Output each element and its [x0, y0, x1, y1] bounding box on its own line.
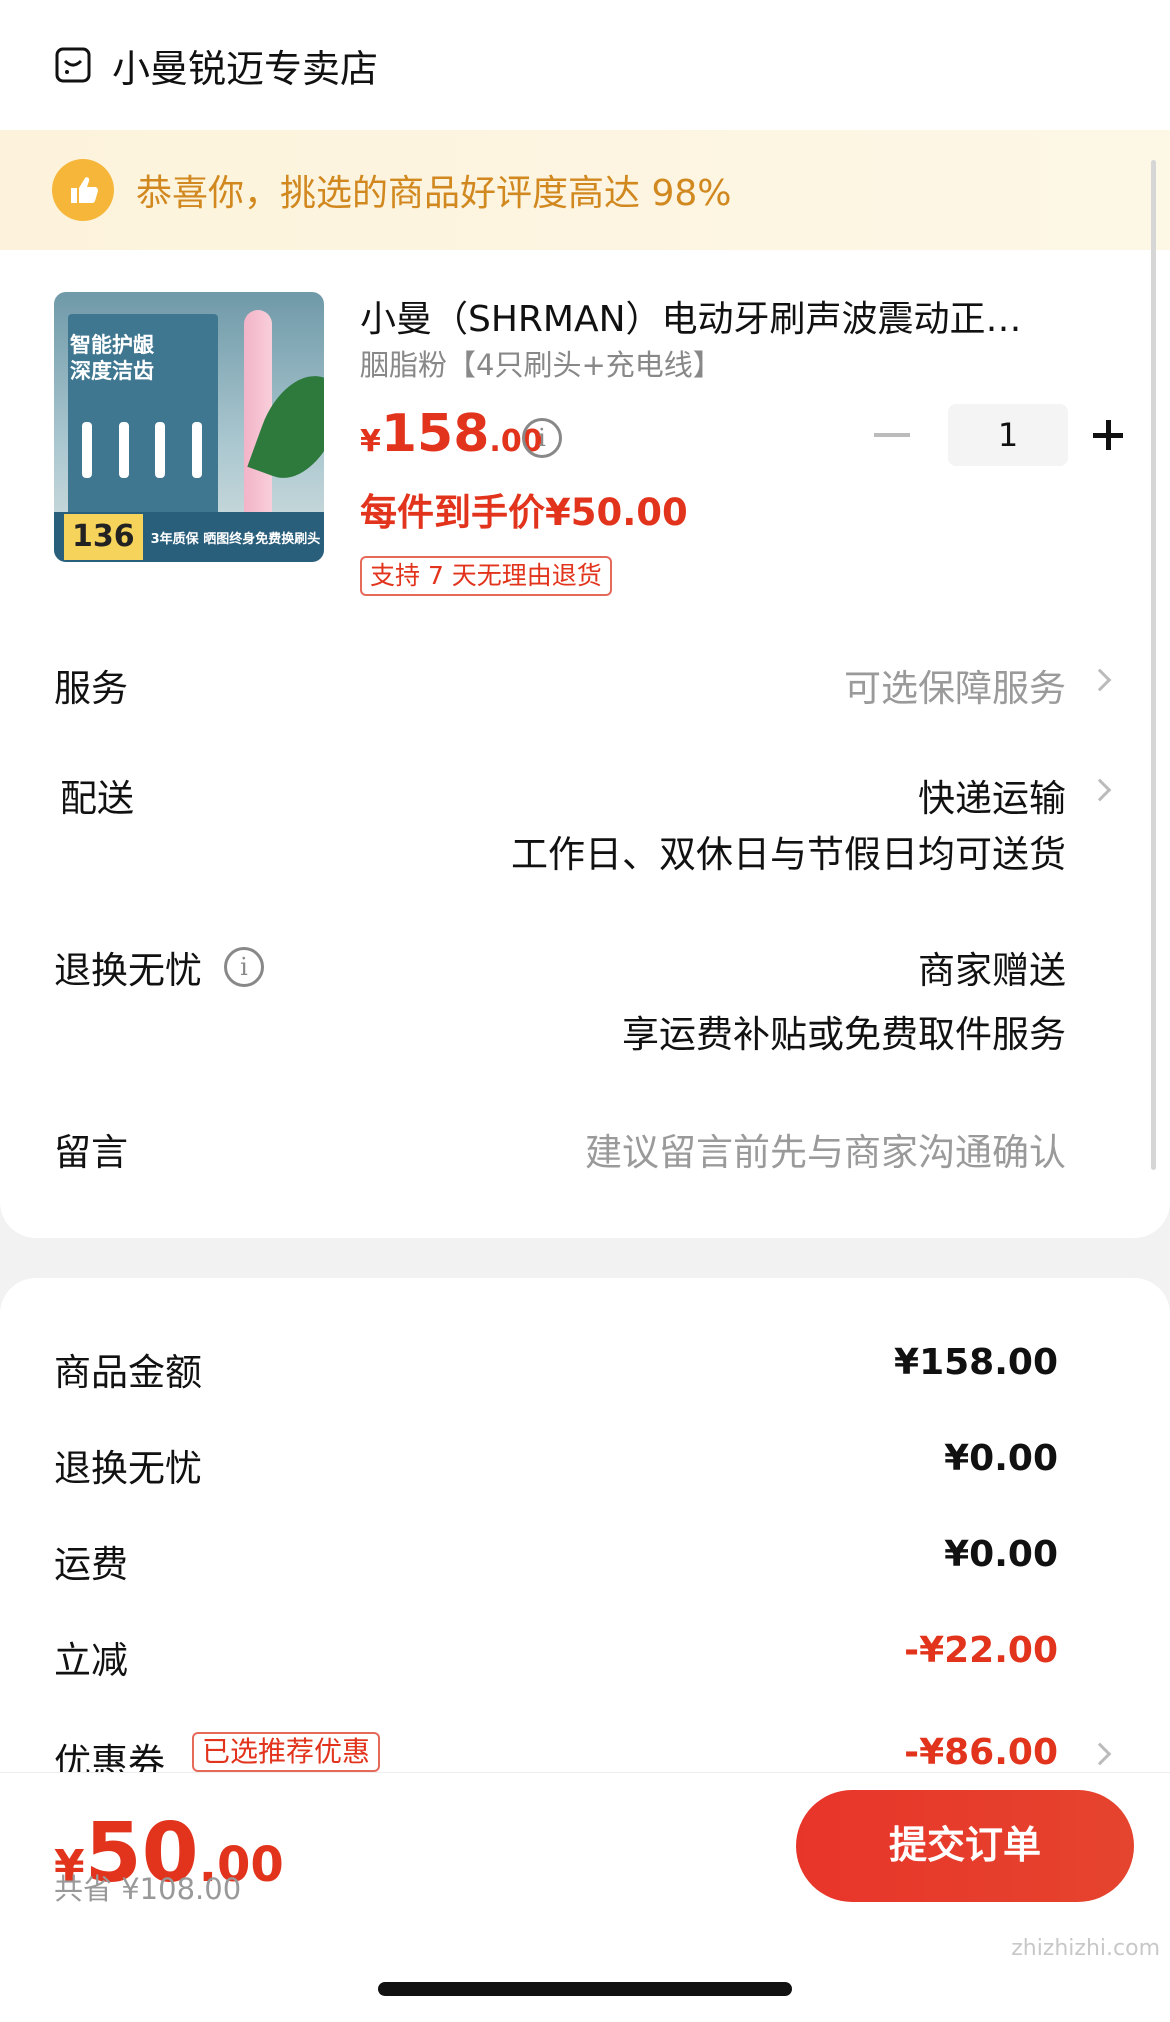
submit-order-button[interactable]: 提交订单: [796, 1790, 1134, 1902]
delivery-label: 配送: [60, 777, 134, 820]
chevron-right-icon[interactable]: [1088, 778, 1112, 802]
thumbs-up-icon: [52, 159, 114, 221]
product-variant[interactable]: 胭脂粉【4只刷头+充电线】: [360, 342, 722, 384]
return-policy-tag: 支持 7 天无理由退货: [360, 556, 612, 596]
scrollbar[interactable]: [1151, 160, 1156, 1170]
summary-value: ¥0.00: [944, 1534, 1058, 1575]
product-title[interactable]: 小曼（SHRMAN）电动牙刷声波震动正…: [360, 290, 1090, 342]
returns-row-label: 退换无忧 i: [54, 940, 264, 994]
order-card: 小曼锐迈专卖店 恭喜你，挑选的商品好评度高达 98% 智能护龈 深度洁齿 136…: [0, 0, 1170, 1238]
price-integer: 158: [380, 404, 490, 464]
coupon-badge[interactable]: 已选推荐优惠: [192, 1732, 381, 1772]
chevron-right-icon[interactable]: [1088, 668, 1112, 692]
discount-value: -¥22.00: [904, 1630, 1058, 1671]
product-image[interactable]: 智能护龈 深度洁齿 136 3年质保 晒图终身免费换刷头: [54, 292, 324, 562]
summary-value: ¥0.00: [944, 1438, 1058, 1479]
shop-icon: [55, 47, 91, 83]
shop-header[interactable]: 小曼锐迈专卖店: [54, 40, 379, 91]
home-indicator[interactable]: [378, 1982, 792, 1996]
brush-heads: [82, 422, 202, 482]
summary-label: 商品金额: [54, 1351, 202, 1394]
image-promo-text: 3年质保 晒图终身免费换刷头: [150, 531, 321, 547]
coupon-value[interactable]: -¥86.00: [904, 1732, 1058, 1773]
returns-label: 退换无忧: [54, 949, 202, 992]
quantity-input[interactable]: 1: [948, 404, 1068, 466]
quantity-stepper: 1: [874, 404, 1138, 466]
order-confirm-page: 小曼锐迈专卖店 恭喜你，挑选的商品好评度高达 98% 智能护龈 深度洁齿 136…: [0, 0, 1170, 2022]
returns-note: 享运费补贴或免费取件服务: [622, 1013, 1066, 1056]
price-info-icon[interactable]: i: [522, 418, 562, 458]
decrease-button[interactable]: [874, 433, 910, 437]
service-value[interactable]: 可选保障服务: [844, 658, 1066, 712]
saved-amount: 共省 ¥108.00: [54, 1872, 242, 1906]
summary-label: 退换无忧: [54, 1447, 202, 1490]
rating-banner: 恭喜你，挑选的商品好评度高达 98%: [0, 130, 1170, 250]
product-price: ¥ 158 .00: [360, 404, 543, 464]
returns-value: 商家赠送: [918, 949, 1066, 992]
returns-info-icon[interactable]: i: [224, 947, 264, 987]
price-currency: ¥: [360, 424, 381, 459]
message-label: 留言: [54, 1131, 128, 1174]
banner-text: 恭喜你，挑选的商品好评度高达 98%: [136, 173, 732, 214]
delivery-value[interactable]: 快递运输: [918, 768, 1066, 822]
watermark: zhizhizhi.com: [1011, 1936, 1160, 1961]
summary-label: 运费: [54, 1543, 128, 1586]
delivery-note: 工作日、双休日与节假日均可送货: [511, 833, 1066, 876]
image-price-tag: 136: [64, 514, 143, 560]
final-price: 每件到手价¥50.00: [360, 491, 688, 534]
summary-value: ¥158.00: [894, 1342, 1058, 1383]
image-bottom-bar: 136 3年质保 晒图终身免费换刷头: [54, 512, 324, 562]
service-label: 服务: [54, 667, 128, 710]
image-headline: 智能护龈 深度洁齿: [70, 333, 154, 383]
shop-name: 小曼锐迈专卖店: [112, 46, 379, 91]
message-input[interactable]: 建议留言前先与商家沟通确认: [585, 1122, 1066, 1176]
summary-label: 立减: [54, 1639, 128, 1682]
increase-button[interactable]: [1078, 404, 1138, 466]
